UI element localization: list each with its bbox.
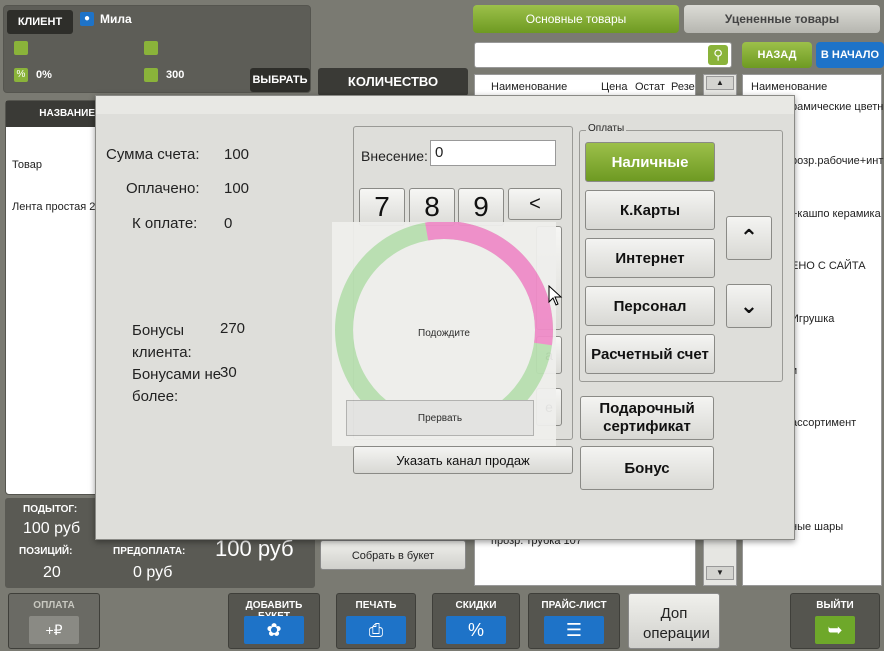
card-icon bbox=[14, 41, 28, 55]
pricelist-label: ПРАЙС-ЛИСТ bbox=[541, 600, 607, 611]
tab-main-goods[interactable]: Основные товары bbox=[473, 5, 679, 33]
discounts-label: СКИДКИ bbox=[455, 600, 497, 611]
sum-value: 100 bbox=[224, 146, 250, 163]
client-label: КЛИЕНТ bbox=[7, 10, 73, 34]
sales-channel-button[interactable]: Указать канал продаж bbox=[353, 446, 573, 474]
column-header-name[interactable]: Наименование bbox=[491, 81, 567, 93]
printer-icon: ⎙ bbox=[346, 616, 406, 644]
sum-label: Сумма счета: bbox=[106, 146, 200, 163]
list-item[interactable]: +кашпо керамика bbox=[791, 208, 881, 220]
column-header-stock[interactable]: Остат bbox=[635, 81, 665, 93]
prepay-label: ПРЕДОПЛАТА: bbox=[113, 546, 186, 557]
pay-tile[interactable]: ОПЛАТА +₽ bbox=[8, 593, 100, 649]
abort-button[interactable]: Прервать bbox=[346, 400, 534, 436]
ruble-icon: +₽ bbox=[29, 616, 79, 644]
exit-label: ВЫЙТИ bbox=[816, 600, 854, 611]
assemble-bouquet-button[interactable]: Собрать в букет bbox=[320, 540, 466, 570]
bonus-icon bbox=[144, 68, 158, 82]
bouquet-icon: ✿ bbox=[244, 616, 304, 644]
mouse-cursor-icon bbox=[548, 285, 563, 306]
search-icon[interactable]: ⚲ bbox=[708, 45, 728, 65]
pay-label: ОПЛАТА bbox=[33, 600, 75, 611]
due-label: К оплате: bbox=[132, 215, 198, 232]
client-discount: 0% bbox=[36, 69, 52, 81]
bonus-value: 270 bbox=[220, 320, 246, 337]
client-name: Мила bbox=[100, 12, 132, 26]
scroll-up-button[interactable]: ⌃ bbox=[726, 216, 772, 260]
pay-account-button[interactable]: Расчетный счет bbox=[585, 334, 715, 374]
pricelist-icon: ☰ bbox=[544, 616, 604, 644]
percent-icon: % bbox=[14, 68, 28, 82]
subtotal-value: 100 руб bbox=[23, 520, 81, 537]
key-7[interactable]: 7 bbox=[359, 188, 405, 226]
bonus-max-label: Бонусами не более: bbox=[132, 366, 222, 405]
table-row[interactable]: Товар bbox=[12, 159, 42, 171]
spinner-icon bbox=[335, 222, 553, 412]
pricelist-tile[interactable]: ПРАЙС-ЛИСТ ☰ bbox=[528, 593, 620, 649]
exit-tile[interactable]: ВЫЙТИ ➥ bbox=[790, 593, 880, 649]
back-button[interactable]: НАЗАД bbox=[742, 42, 812, 68]
wait-overlay: Подождите Прервать bbox=[332, 222, 556, 446]
wait-text: Подождите bbox=[418, 328, 470, 339]
scroll-down-button[interactable]: ⌄ bbox=[726, 284, 772, 328]
positions-value: 20 bbox=[43, 564, 61, 581]
home-button[interactable]: В НАЧАЛО bbox=[816, 42, 884, 68]
list-item[interactable]: ЕНО С САЙТА bbox=[791, 260, 866, 272]
positions-label: ПОЗИЦИЙ: bbox=[19, 546, 73, 557]
list-item[interactable]: Игрушка bbox=[791, 313, 834, 325]
table-row[interactable]: Лента простая 2 bbox=[12, 201, 95, 213]
client-panel: КЛИЕНТ ● Мила % 0% 300 ВЫБРАТЬ bbox=[3, 5, 311, 93]
search-input[interactable] bbox=[474, 42, 732, 68]
add-bouquet-tile[interactable]: ДОБАВИТЬ БУКЕТ ✿ bbox=[228, 593, 320, 649]
exit-icon: ➥ bbox=[815, 616, 855, 644]
extra-operations-button[interactable]: Доп операции bbox=[628, 593, 720, 649]
deposit-input[interactable]: 0 bbox=[430, 140, 556, 166]
left-table-header: НАЗВАНИЕ bbox=[6, 101, 99, 127]
discounts-tile[interactable]: СКИДКИ % bbox=[432, 593, 520, 649]
scroll-down-icon[interactable]: ▼ bbox=[706, 566, 734, 580]
gift-certificate-button[interactable]: Подарочный сертификат bbox=[580, 396, 714, 440]
subtotal-label: ПОДЫТОГ: bbox=[23, 504, 78, 515]
backspace-key[interactable]: < bbox=[508, 188, 562, 220]
due-value: 0 bbox=[224, 215, 233, 232]
client-bonus: 300 bbox=[166, 69, 185, 81]
payments-group-label: Оплаты bbox=[586, 123, 627, 134]
prepay-value: 0 руб bbox=[133, 564, 173, 581]
percent-icon: % bbox=[446, 616, 506, 644]
select-client-button[interactable]: ВЫБРАТЬ bbox=[250, 68, 310, 92]
column-header-name[interactable]: Наименование bbox=[751, 81, 827, 93]
paid-value: 100 bbox=[224, 180, 250, 197]
list-item[interactable]: ассортимент bbox=[791, 417, 856, 429]
pay-internet-button[interactable]: Интернет bbox=[585, 238, 715, 278]
paid-label: Оплачено: bbox=[126, 180, 200, 197]
list-item[interactable]: рамические цветн bbox=[791, 101, 883, 113]
pay-personnel-button[interactable]: Персонал bbox=[585, 286, 715, 326]
pay-card-button[interactable]: К.Карты bbox=[585, 190, 715, 230]
dialog-titlebar bbox=[96, 96, 794, 114]
key-9[interactable]: 9 bbox=[458, 188, 504, 226]
bonus-max-value: 30 bbox=[220, 364, 237, 381]
pay-cash-button[interactable]: Наличные bbox=[585, 142, 715, 182]
list-item[interactable]: ные шары bbox=[791, 521, 843, 533]
print-label: ПЕЧАТЬ bbox=[355, 600, 397, 611]
list-item[interactable]: розр.рабочие+инт bbox=[791, 155, 883, 167]
column-header-reserve[interactable]: Резе bbox=[671, 81, 695, 93]
tab-discounted-goods[interactable]: Уцененные товары bbox=[684, 5, 880, 33]
print-tile[interactable]: ПЕЧАТЬ ⎙ bbox=[336, 593, 416, 649]
scroll-up-icon[interactable]: ▲ bbox=[706, 76, 734, 90]
bonus-label: Бонусы клиента: bbox=[132, 322, 192, 361]
key-8[interactable]: 8 bbox=[409, 188, 455, 226]
column-header-price[interactable]: Цена bbox=[601, 81, 627, 93]
web-icon bbox=[144, 41, 158, 55]
left-table: НАЗВАНИЕ Товар Лента простая 2 bbox=[5, 100, 100, 495]
quantity-label: КОЛИЧЕСТВО bbox=[318, 68, 468, 96]
user-icon: ● bbox=[80, 12, 94, 26]
deposit-label: Внесение: bbox=[361, 148, 428, 164]
bonus-button[interactable]: Бонус bbox=[580, 446, 714, 490]
